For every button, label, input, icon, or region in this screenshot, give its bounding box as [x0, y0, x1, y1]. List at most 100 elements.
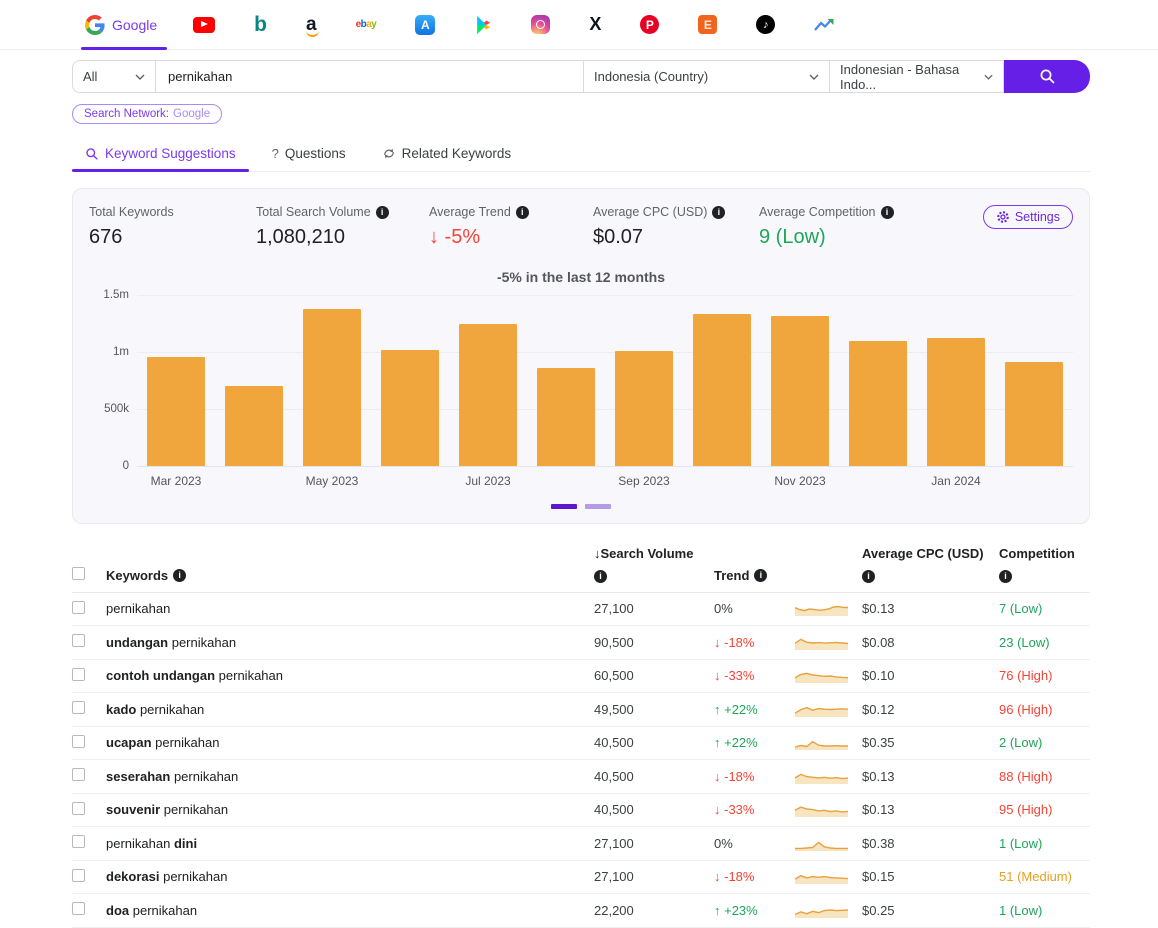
- keyword-cell: pernikahan dini: [106, 836, 594, 851]
- row-checkbox[interactable]: [72, 668, 85, 681]
- trend-cell: ↓ -33%: [714, 668, 794, 683]
- info-icon[interactable]: i: [594, 570, 607, 583]
- platform-tab-bing[interactable]: b: [254, 0, 267, 49]
- chart-bar-slot: [683, 295, 761, 466]
- stat-average-trend: Average Trendi↓ -5%: [429, 205, 593, 249]
- select-all-checkbox[interactable]: [72, 567, 85, 580]
- country-value: Indonesia (Country): [594, 69, 708, 84]
- table-row[interactable]: dekorasi pernikahan27,100↓ -18%$0.1551 (…: [72, 861, 1090, 895]
- platform-tab-google[interactable]: Google: [85, 0, 167, 49]
- table-row[interactable]: ucapan pernikahan40,500↑ +22%$0.352 (Low…: [72, 727, 1090, 761]
- row-checkbox[interactable]: [72, 835, 85, 848]
- trend-down-value: ↓ -33%: [714, 668, 754, 683]
- pager-bar-inactive[interactable]: [585, 504, 611, 509]
- trend-sparkline: [794, 798, 862, 821]
- trend-down-value: ↓ -18%: [714, 869, 754, 884]
- trend-down-value: ↓ -33%: [714, 802, 754, 817]
- info-icon[interactable]: i: [712, 206, 725, 219]
- platform-tab-tiktok[interactable]: ♪: [756, 0, 775, 49]
- tab-label: Keyword Suggestions: [105, 146, 236, 161]
- chart-bar-slot: [917, 295, 995, 466]
- stat-label: Total Keywords: [89, 205, 256, 219]
- trend-cell: ↑ +22%: [714, 702, 794, 717]
- search-bar: All Indonesia (Country) Indonesian - Bah…: [72, 60, 1090, 93]
- keyword-cell: seserahan pernikahan: [106, 769, 594, 784]
- platform-tab-etsy[interactable]: E: [698, 0, 717, 49]
- chart-bar-aug-2023: [537, 368, 595, 466]
- chart-bar-slot: [449, 295, 527, 466]
- row-checkbox[interactable]: [72, 735, 85, 748]
- trend-flat-value: 0%: [714, 836, 733, 851]
- info-icon[interactable]: i: [376, 206, 389, 219]
- cpc-cell: $0.13: [862, 802, 999, 817]
- trend-cell: ↑ +22%: [714, 735, 794, 750]
- search-button[interactable]: [1004, 60, 1090, 93]
- search-network-chip[interactable]: Search Network: Google: [72, 104, 222, 124]
- info-icon[interactable]: i: [516, 206, 529, 219]
- keyword-input[interactable]: [156, 69, 583, 84]
- question-mark-icon: ?: [272, 146, 279, 161]
- info-icon[interactable]: i: [999, 570, 1012, 583]
- info-icon[interactable]: i: [754, 569, 767, 582]
- header-search-volume[interactable]: ↓Search Volume i: [594, 546, 714, 583]
- trend-sparkline: [794, 765, 862, 788]
- platform-tab-googleplay[interactable]: [474, 0, 492, 49]
- cpc-cell: $0.38: [862, 836, 999, 851]
- row-checkbox[interactable]: [72, 601, 85, 614]
- tab-questions[interactable]: ? Questions: [259, 138, 359, 171]
- keyword-text: pernikahan: [170, 769, 238, 784]
- table-row[interactable]: pernikahan27,1000%$0.137 (Low): [72, 593, 1090, 627]
- table-row[interactable]: souvenir pernikahan40,500↓ -33%$0.1395 (…: [72, 794, 1090, 828]
- chart-x-tick: Nov 2023: [761, 474, 839, 488]
- settings-button[interactable]: Settings: [983, 205, 1073, 229]
- search-icon: [85, 147, 99, 161]
- platform-bar: Google ba ebay A XPE ♪: [0, 0, 1158, 50]
- country-select[interactable]: Indonesia (Country): [584, 60, 830, 93]
- tab-label: Questions: [285, 146, 346, 161]
- gear-icon: [996, 210, 1010, 224]
- info-icon[interactable]: i: [862, 570, 875, 583]
- info-icon[interactable]: i: [173, 569, 186, 582]
- pager-bar-active[interactable]: [551, 504, 577, 509]
- platform-tab-appstore[interactable]: A: [415, 0, 435, 49]
- row-checkbox[interactable]: [72, 768, 85, 781]
- table-row[interactable]: undangan pernikahan90,500↓ -18%$0.0823 (…: [72, 626, 1090, 660]
- refresh-icon: [382, 147, 396, 160]
- platform-label: Google: [112, 17, 157, 33]
- chart-x-tick: [215, 474, 293, 488]
- row-checkbox[interactable]: [72, 802, 85, 815]
- chart-plot: 1.5m1m500k0: [137, 295, 1073, 467]
- table-row[interactable]: contoh undangan pernikahan60,500↓ -33%$0…: [72, 660, 1090, 694]
- ebay-icon: ebay: [356, 19, 377, 30]
- table-row[interactable]: seserahan pernikahan40,500↓ -18%$0.1388 …: [72, 760, 1090, 794]
- platform-tab-trends[interactable]: [814, 0, 834, 49]
- result-tabs: Keyword Suggestions ? Questions Related …: [72, 138, 1090, 172]
- competition-cell: 88 (High): [999, 769, 1090, 784]
- language-select[interactable]: Indonesian - Bahasa Indo...: [830, 60, 1004, 93]
- row-checkbox[interactable]: [72, 902, 85, 915]
- search-type-select[interactable]: All: [72, 60, 156, 93]
- chart-x-tick: Mar 2023: [137, 474, 215, 488]
- row-checkbox[interactable]: [72, 869, 85, 882]
- row-checkbox[interactable]: [72, 701, 85, 714]
- tab-related-keywords[interactable]: Related Keywords: [369, 138, 525, 171]
- chart-bar-nov-2023: [771, 316, 829, 466]
- chart-x-tick: Jul 2023: [449, 474, 527, 488]
- chart-x-tick: [527, 474, 605, 488]
- chevron-down-icon: [984, 74, 993, 80]
- platform-tab-ebay[interactable]: ebay: [356, 0, 377, 49]
- table-row[interactable]: pernikahan dini27,1000%$0.381 (Low): [72, 827, 1090, 861]
- tab-keyword-suggestions[interactable]: Keyword Suggestions: [72, 138, 249, 171]
- platform-tab-x[interactable]: X: [589, 0, 601, 49]
- keyword-text: pernikahan: [136, 702, 204, 717]
- row-checkbox[interactable]: [72, 634, 85, 647]
- platform-tab-pinterest[interactable]: P: [640, 0, 659, 49]
- table-row[interactable]: doa pernikahan22,200↑ +23%$0.251 (Low): [72, 894, 1090, 928]
- tab-label: Related Keywords: [402, 146, 512, 161]
- platform-tab-amazon[interactable]: a: [306, 0, 317, 49]
- platform-tab-instagram[interactable]: [531, 0, 550, 49]
- platform-tab-youtube[interactable]: [193, 0, 215, 49]
- table-row[interactable]: kado pernikahan49,500↑ +22%$0.1296 (High…: [72, 693, 1090, 727]
- info-icon[interactable]: i: [881, 206, 894, 219]
- chart-x-tick: [683, 474, 761, 488]
